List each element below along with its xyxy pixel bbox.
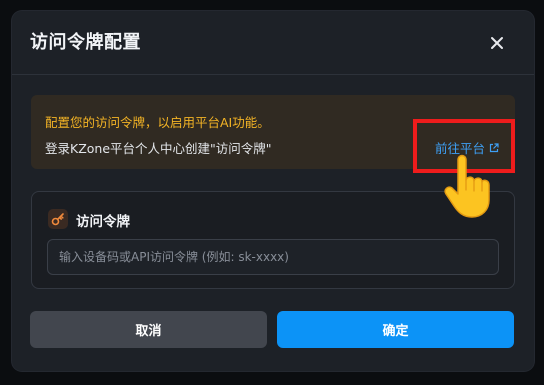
dialog-header: 访问令牌配置 (12, 11, 534, 75)
confirm-button[interactable]: 确定 (277, 311, 514, 348)
notice-instruction-text: 登录KZone平台个人中心创建"访问令牌" (45, 141, 272, 156)
key-badge (48, 209, 68, 229)
token-input[interactable] (47, 239, 499, 275)
token-label: 访问令牌 (76, 214, 130, 230)
notice-warning-text: 配置您的访问令牌，以启用平台AI功能。 (45, 115, 270, 130)
close-icon (491, 37, 503, 49)
close-button[interactable] (482, 28, 512, 58)
cancel-button[interactable]: 取消 (30, 311, 267, 348)
dialog-title: 访问令牌配置 (30, 32, 141, 53)
pointing-hand-icon (444, 154, 490, 218)
key-icon (51, 213, 64, 226)
